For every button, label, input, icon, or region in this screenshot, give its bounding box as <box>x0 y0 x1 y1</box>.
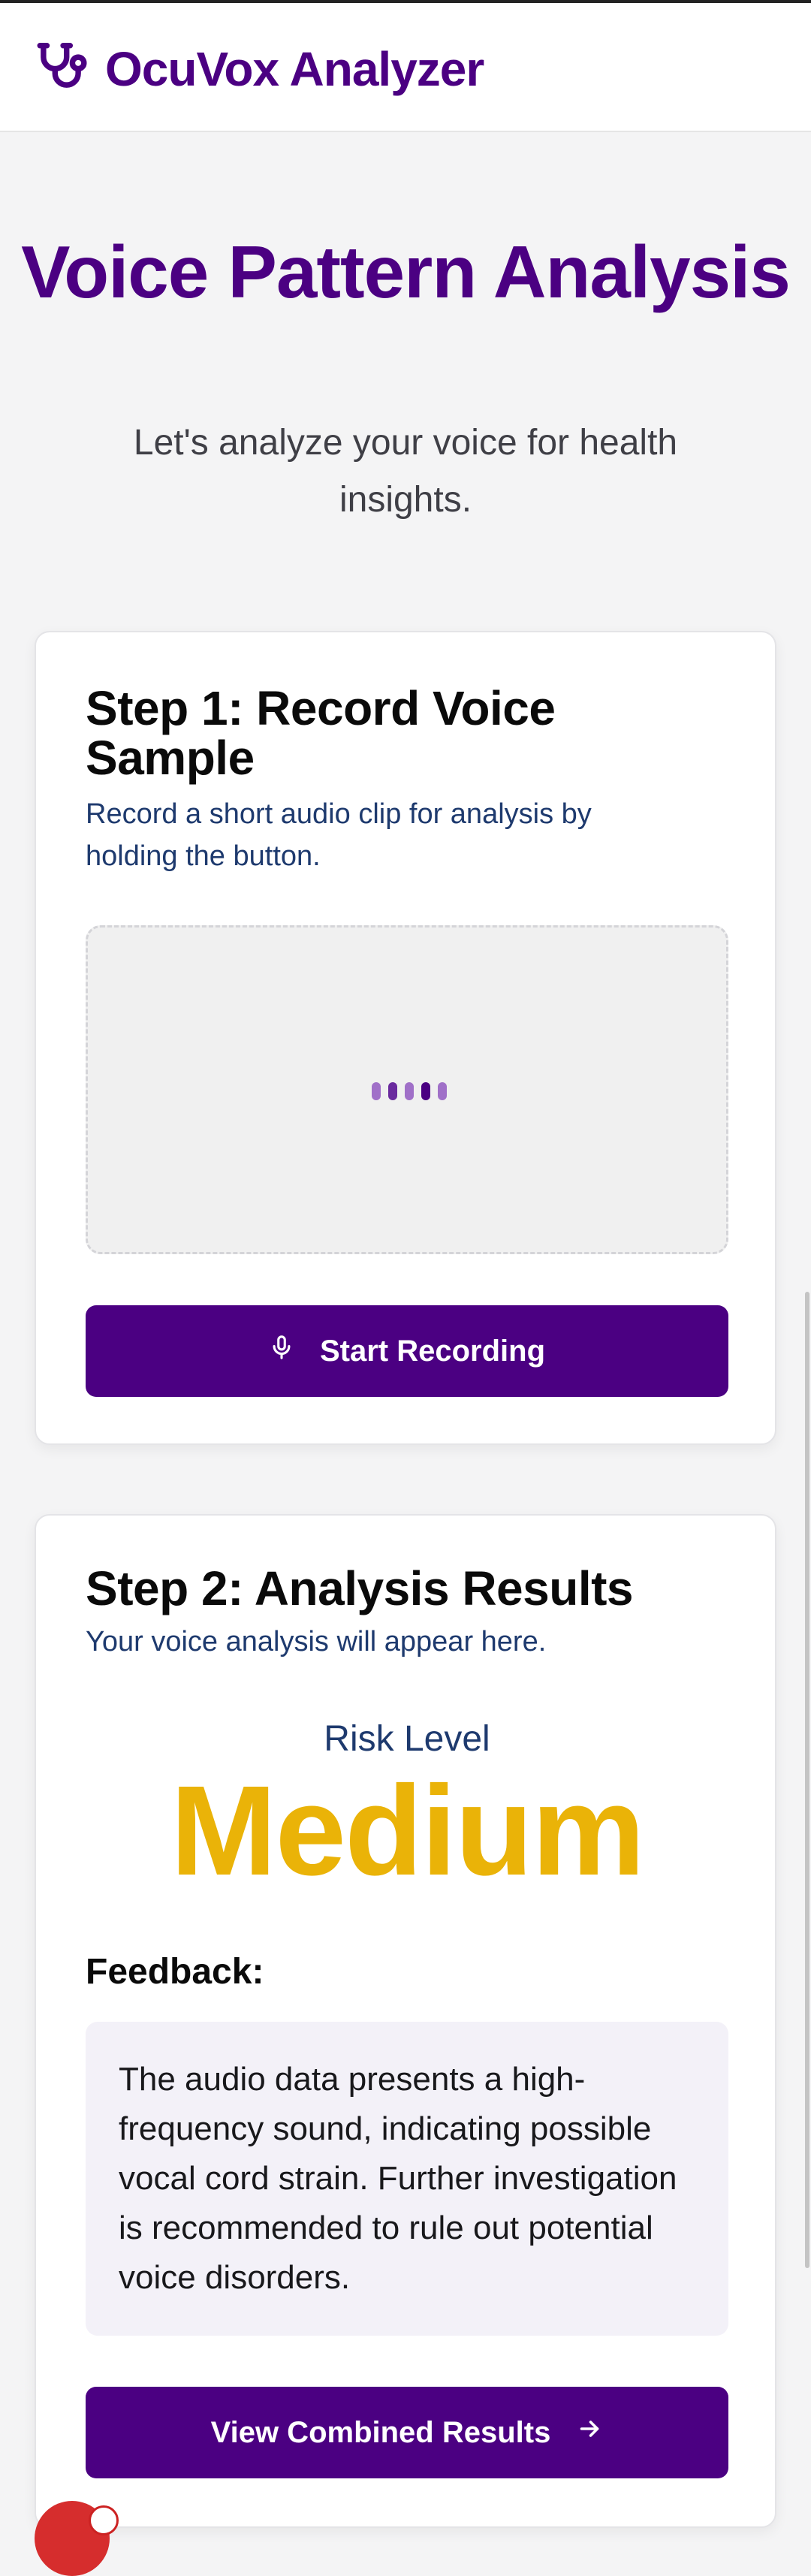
recording-visualizer <box>86 925 728 1254</box>
step1-title: Step 1: Record Voice Sample <box>86 681 556 785</box>
feedback-heading: Feedback: <box>86 1952 264 1992</box>
wave-bar <box>438 1082 447 1100</box>
start-recording-label: Start Recording <box>319 1334 546 1368</box>
step1-card: Step 1: Record Voice Sample Record a sho… <box>35 631 776 1445</box>
step1-description: Record a short audio clip for analysis b… <box>86 798 592 872</box>
app-header: OcuVox Analyzer <box>0 3 811 132</box>
wave-bar <box>388 1082 397 1100</box>
brand[interactable]: OcuVox Analyzer <box>33 39 484 99</box>
app-title: OcuVox Analyzer <box>105 42 484 96</box>
step2-description: Your voice analysis will appear here. <box>86 1626 547 1658</box>
wave-bar <box>421 1082 430 1100</box>
view-combined-results-label: View Combined Results <box>210 2415 551 2449</box>
view-combined-results-button[interactable]: View Combined Results <box>86 2387 728 2478</box>
waveform-loader <box>372 1082 447 1100</box>
page-subtitle: Let's analyze your voice for health insi… <box>133 423 678 520</box>
microphone-icon <box>269 1332 294 1370</box>
stethoscope-icon <box>33 39 89 100</box>
feedback-text: The audio data presents a high-frequency… <box>86 2022 728 2336</box>
scrollbar[interactable] <box>805 1292 809 2268</box>
page-title: Voice Pattern Analysis <box>21 231 791 313</box>
floating-helper-badge <box>89 2505 119 2535</box>
wave-bar <box>372 1082 381 1100</box>
risk-level-value: Medium <box>170 1760 645 1902</box>
step2-card: Step 2: Analysis Results Your voice anal… <box>35 1514 776 2528</box>
risk-level-label: Risk Level <box>324 1719 490 1759</box>
start-recording-button[interactable]: Start Recording <box>86 1305 728 1397</box>
wave-bar <box>405 1082 414 1100</box>
step2-title: Step 2: Analysis Results <box>86 1561 634 1615</box>
arrow-right-icon <box>576 2415 603 2450</box>
